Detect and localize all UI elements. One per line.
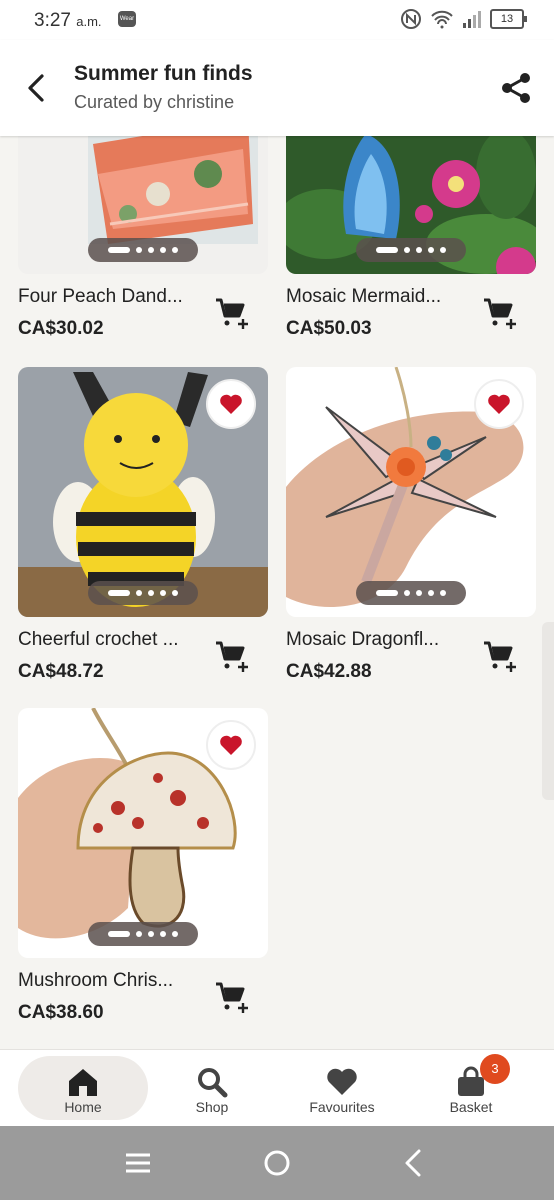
- add-to-cart-icon[interactable]: [214, 296, 250, 330]
- nav-shop-label: Shop: [195, 1099, 229, 1115]
- favorite-button[interactable]: [206, 379, 256, 429]
- wifi-icon: [431, 10, 453, 29]
- listing-title[interactable]: Mosaic Dragonfl...: [286, 629, 476, 651]
- image-carousel-dots: [88, 581, 198, 605]
- listing-title[interactable]: Mushroom Chris...: [18, 970, 208, 992]
- basket-count-badge: 3: [480, 1054, 510, 1084]
- scrollbar-handle[interactable]: [542, 622, 554, 800]
- listing-grid: Four Peach Dand... CA$30.02 Mosaic Merma…: [0, 136, 554, 1049]
- system-navigation-bar: [0, 1126, 554, 1200]
- home-button-icon[interactable]: [257, 1146, 297, 1180]
- system-back-icon[interactable]: [395, 1146, 435, 1180]
- add-to-cart-icon[interactable]: [482, 296, 518, 330]
- status-bar: 3:27 a.m. Wear 13: [0, 0, 554, 40]
- page-subtitle: Curated by christine: [74, 92, 235, 112]
- bottom-navigation: Home Shop Favourites 3 Basket: [0, 1049, 554, 1127]
- home-icon: [69, 1069, 97, 1096]
- listing-price: CA$50.03: [286, 318, 372, 339]
- app-header: Summer fun finds Curated by christine: [0, 40, 554, 136]
- listing-title[interactable]: Cheerful crochet ...: [18, 629, 208, 651]
- heart-icon: [220, 735, 242, 755]
- listing-image[interactable]: [286, 136, 536, 274]
- listing-price: CA$48.72: [18, 661, 104, 682]
- listing-image[interactable]: [18, 136, 268, 274]
- heart-icon: [220, 394, 242, 414]
- nav-favourites-label: Favourites: [309, 1099, 375, 1115]
- nav-basket-label: Basket: [449, 1099, 493, 1115]
- image-carousel-dots: [88, 238, 198, 262]
- back-arrow-icon[interactable]: [22, 70, 52, 106]
- nav-home-label: Home: [64, 1099, 102, 1115]
- status-icons: 13: [400, 8, 527, 30]
- share-icon[interactable]: [498, 70, 534, 106]
- listing-title[interactable]: Mosaic Mermaid...: [286, 286, 476, 308]
- battery-icon: 13: [490, 9, 527, 29]
- listing-image[interactable]: [18, 367, 268, 617]
- heart-icon: [327, 1068, 357, 1095]
- signal-icon: [463, 11, 481, 28]
- nfc-icon: [401, 9, 421, 29]
- listing-image[interactable]: [286, 367, 536, 617]
- recent-apps-icon[interactable]: [118, 1146, 158, 1180]
- nav-home[interactable]: Home: [18, 1056, 148, 1120]
- favorite-button[interactable]: [474, 379, 524, 429]
- image-carousel-dots: [88, 922, 198, 946]
- add-to-cart-icon[interactable]: [214, 639, 250, 673]
- add-to-cart-icon[interactable]: [482, 639, 518, 673]
- page-title: Summer fun finds: [74, 62, 253, 85]
- nav-basket[interactable]: 3 Basket: [406, 1054, 536, 1120]
- listing-price: CA$38.60: [18, 1002, 104, 1023]
- listing-image[interactable]: [18, 708, 268, 958]
- heart-icon: [488, 394, 510, 414]
- listing-title[interactable]: Four Peach Dand...: [18, 286, 208, 308]
- image-carousel-dots: [356, 238, 466, 262]
- favorite-button[interactable]: [206, 720, 256, 770]
- wear-app-icon: Wear: [118, 11, 136, 27]
- add-to-cart-icon[interactable]: [214, 980, 250, 1014]
- clock: 3:27 a.m.: [34, 10, 102, 31]
- search-icon: [198, 1068, 228, 1098]
- image-carousel-dots: [356, 581, 466, 605]
- nav-favourites[interactable]: Favourites: [277, 1056, 407, 1120]
- listing-price: CA$30.02: [18, 318, 104, 339]
- nav-shop[interactable]: Shop: [147, 1056, 277, 1120]
- listing-price: CA$42.88: [286, 661, 372, 682]
